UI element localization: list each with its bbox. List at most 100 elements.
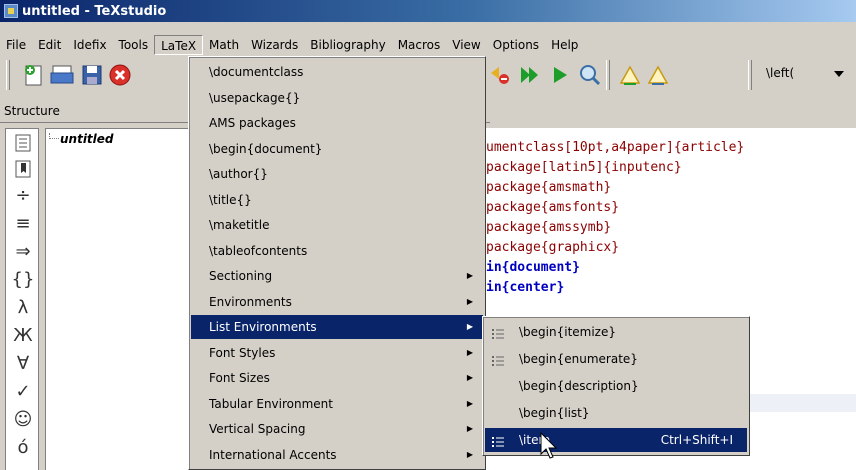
tree-connector xyxy=(49,133,59,139)
title-bar: untitled - TeXstudio xyxy=(0,0,856,22)
latex-menu-item[interactable]: \author{} xyxy=(191,162,483,186)
list-submenu-item[interactable]: \begin{description} xyxy=(485,374,747,398)
submenu-arrow-icon: ▶ xyxy=(466,449,473,459)
menu-macros[interactable]: Macros xyxy=(392,35,447,55)
submenu-arrow-icon: ▶ xyxy=(466,347,473,357)
cyrillic-icon[interactable]: Ж xyxy=(6,325,40,347)
latex-menu: \documentclass \usepackage{} AMS packages \… xyxy=(188,56,486,470)
operators-divide-icon[interactable]: ÷ xyxy=(6,185,40,207)
itemize-icon xyxy=(491,325,505,339)
chevron-down-icon[interactable] xyxy=(833,68,845,82)
latex-menu-item[interactable]: Tabular Environment ▶ xyxy=(191,392,483,416)
menu-item-label: AMS packages xyxy=(209,116,296,130)
menu-item-label: Font Styles xyxy=(209,345,276,360)
special-check-icon[interactable]: ✓ xyxy=(6,381,40,403)
menu-item-label: Tabular Environment xyxy=(209,396,333,411)
list-environments-submenu: \begin{itemize} \begin{enumerate} \begin{d… xyxy=(482,316,750,456)
list-submenu-item[interactable]: \begin{enumerate} xyxy=(485,347,747,371)
list-submenu-item[interactable]: \begin{itemize} xyxy=(485,320,747,344)
submenu-arrow-icon: ▶ xyxy=(466,322,473,331)
menu-wizards[interactable]: Wizards xyxy=(245,35,304,55)
latex-menu-item[interactable]: \documentclass xyxy=(191,60,483,84)
menu-item-label: \documentclass xyxy=(209,65,304,79)
menu-item-label: \author{} xyxy=(209,167,268,181)
menu-item-label: Environments xyxy=(209,294,292,309)
left-bracket-button[interactable]: \left( xyxy=(766,66,794,80)
misc-forall-icon[interactable]: ∀ xyxy=(6,353,40,375)
submenu-arrow-icon: ▶ xyxy=(466,398,473,408)
submenu-item-label: \begin{list} xyxy=(519,406,590,420)
menu-item-label: Sectioning xyxy=(209,269,273,283)
menu-bibliography[interactable]: Bibliography xyxy=(304,35,391,55)
menu-item-label: \title{} xyxy=(209,192,252,207)
menu-idefix[interactable]: Idefix xyxy=(67,35,112,55)
code-line[interactable]: package{amssymb} xyxy=(486,220,611,235)
list-submenu-item[interactable]: \begin{list} xyxy=(485,401,747,425)
latex-menu-item[interactable]: Sectioning ▶ xyxy=(191,264,483,288)
texstudio-app-icon xyxy=(4,4,18,18)
menu-item-label: International Accents xyxy=(209,447,337,462)
latex-menu-item[interactable]: \maketitle xyxy=(191,213,483,237)
menu-file[interactable]: File xyxy=(0,35,32,55)
new-file-icon[interactable] xyxy=(20,61,48,89)
code-line[interactable]: package{amsmath} xyxy=(486,180,611,195)
latex-menu-item[interactable]: \begin{document} xyxy=(191,137,483,161)
code-line[interactable]: package[latin5]{inputenc} xyxy=(486,160,682,175)
code-line[interactable]: in{document} xyxy=(486,260,580,275)
submenu-item-label: \begin{enumerate} xyxy=(519,352,638,366)
code-line[interactable]: package{graphicx} xyxy=(486,240,619,255)
code-line[interactable]: in{center} xyxy=(486,280,564,295)
relations-equiv-icon[interactable]: ≡ xyxy=(6,213,40,235)
code-line[interactable]: package{amsfonts} xyxy=(486,200,619,215)
menu-options[interactable]: Options xyxy=(487,35,545,55)
submenu-item-label: \begin{description} xyxy=(519,379,639,393)
menu-item-label: \begin{document} xyxy=(209,141,323,156)
submenu-item-label: \begin{itemize} xyxy=(519,325,616,339)
code-line[interactable]: umentclass[10pt,a4paper]{article} xyxy=(486,140,744,155)
menu-math[interactable]: Math xyxy=(203,35,245,55)
bookmarks-tab-icon[interactable] xyxy=(6,159,40,185)
latex-menu-item[interactable]: \usepackage{} xyxy=(191,86,483,110)
menu-help[interactable]: Help xyxy=(545,35,584,55)
latex-menu-item[interactable]: Environments ▶ xyxy=(191,290,483,314)
list-submenu-item[interactable]: \item Ctrl+Shift+I xyxy=(485,428,747,452)
submenu-arrow-icon: ▶ xyxy=(466,271,473,280)
menu-view[interactable]: View xyxy=(446,35,486,55)
menu-bar: File Edit Idefix Tools LaTeX Math Wizards Bibli… xyxy=(0,34,856,56)
menu-tools[interactable]: Tools xyxy=(113,35,155,55)
shortcut-label: Ctrl+Shift+I xyxy=(660,433,733,447)
save-icon[interactable] xyxy=(78,61,106,89)
structure-root-node[interactable]: untitled xyxy=(60,132,114,146)
latex-menu-item[interactable]: \tableofcontents xyxy=(191,239,483,263)
wasysym-smiley-icon[interactable]: ☺ xyxy=(6,409,40,431)
menu-item-label: \maketitle xyxy=(209,218,270,232)
item-icon xyxy=(491,433,505,447)
menu-edit[interactable]: Edit xyxy=(32,35,67,55)
print-icon[interactable] xyxy=(48,61,76,89)
latex-menu-item[interactable]: List Environments ▶ xyxy=(191,315,483,339)
latex-menu-item[interactable]: Vertical Spacing ▶ xyxy=(191,417,483,441)
accents-icon[interactable]: ó xyxy=(6,437,40,459)
close-icon[interactable] xyxy=(106,61,134,89)
latex-menu-item[interactable]: AMS packages xyxy=(191,111,483,135)
greek-lambda-icon[interactable]: λ xyxy=(6,297,40,319)
warning-next-icon[interactable] xyxy=(644,61,672,89)
latex-menu-item[interactable]: Font Styles ▶ xyxy=(191,341,483,365)
delimiters-braces-icon[interactable]: {} xyxy=(6,269,40,291)
latex-menu-item[interactable]: International Accents ▶ xyxy=(191,443,483,467)
enumerate-icon xyxy=(491,352,505,366)
build-view-icon[interactable] xyxy=(516,61,544,89)
menu-latex[interactable]: LaTeX xyxy=(154,35,204,55)
compile-icon[interactable] xyxy=(546,61,574,89)
warning-previous-icon[interactable] xyxy=(616,61,644,89)
toolbar-grip[interactable] xyxy=(6,60,10,90)
submenu-arrow-icon: ▶ xyxy=(466,424,473,433)
structure-tab-icon[interactable] xyxy=(6,133,40,159)
window-title: untitled - TeXstudio xyxy=(22,3,167,19)
toolbar-separator xyxy=(606,60,610,90)
latex-menu-item[interactable]: Font Sizes ▶ xyxy=(191,366,483,390)
view-icon[interactable] xyxy=(576,61,604,89)
arrows-icon[interactable]: ⇒ xyxy=(6,241,40,263)
latex-menu-item[interactable]: \title{} xyxy=(191,188,483,212)
bookmark-remove-icon[interactable] xyxy=(486,61,514,89)
